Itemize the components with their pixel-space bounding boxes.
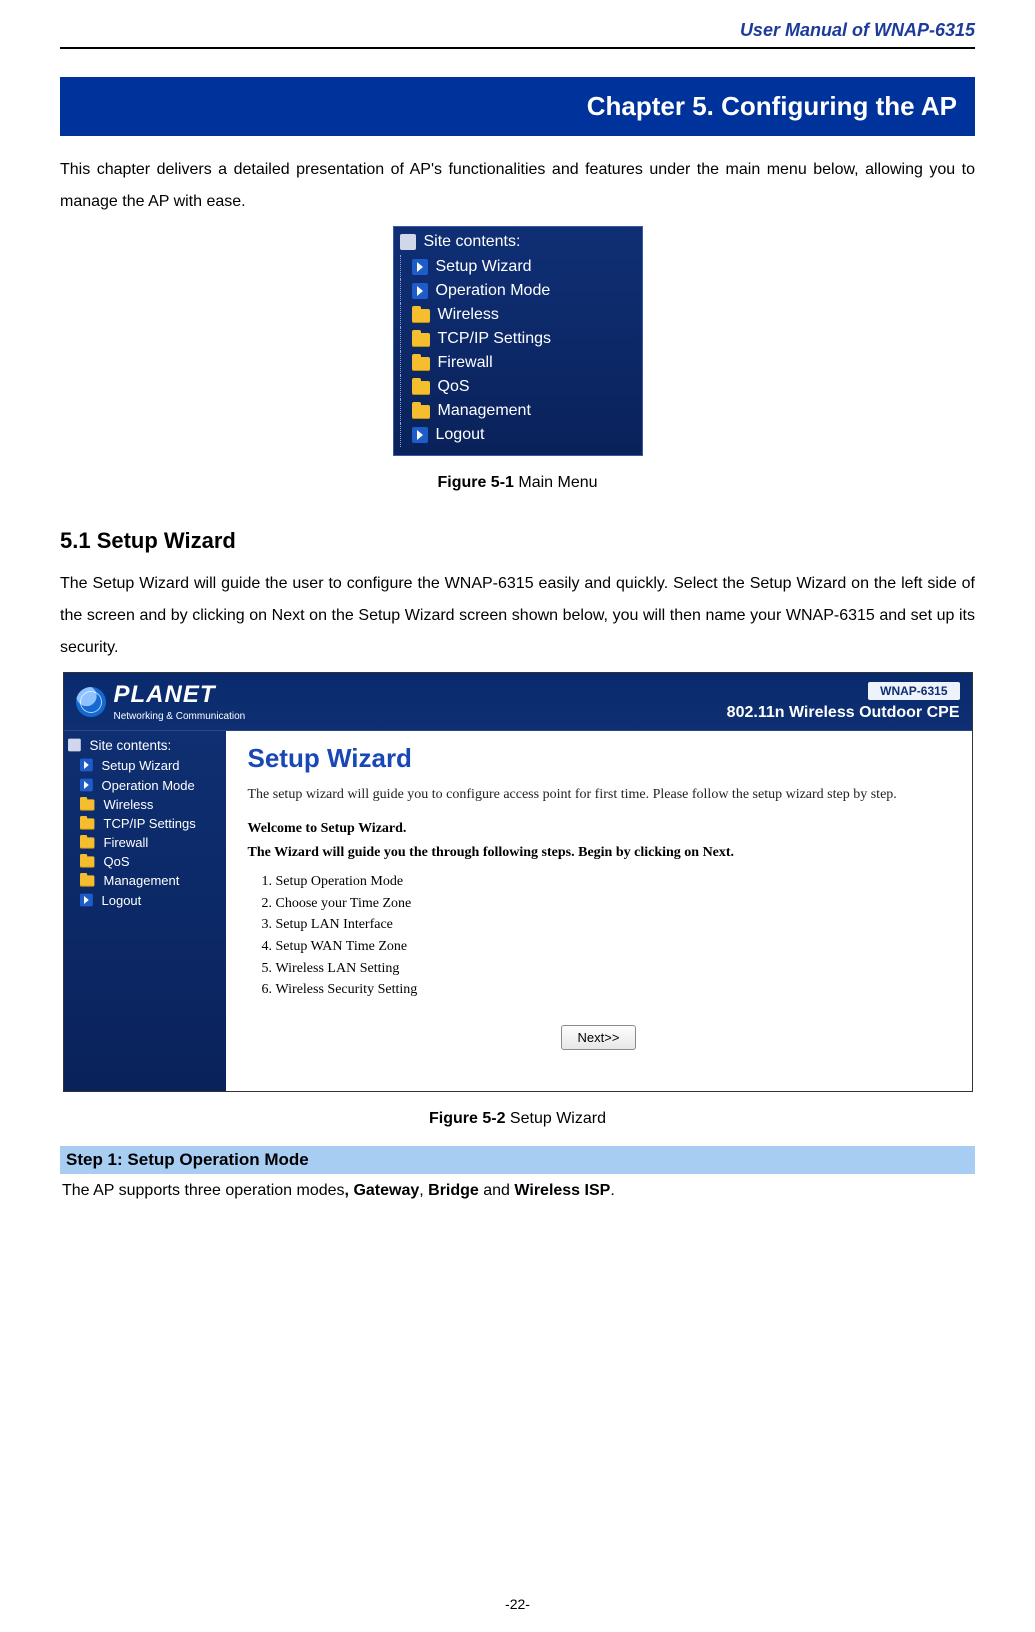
arrow-icon: [80, 759, 93, 772]
sidebar-item-label: Firewall: [104, 835, 149, 850]
mode-gateway: , Gateway: [345, 1182, 420, 1199]
wizard-heading: Setup Wizard: [248, 743, 950, 774]
menu-item-operation-mode[interactable]: Operation Mode: [412, 279, 642, 303]
menu-item-label: Management: [438, 402, 531, 420]
fig5-1-caption-num: Figure 5-1: [437, 474, 513, 491]
wizard-step: Setup LAN Interface: [276, 914, 950, 936]
menu-item-tcp-ip-settings[interactable]: TCP/IP Settings: [412, 327, 642, 351]
arrow-icon: [412, 259, 428, 275]
folder-icon: [80, 799, 94, 810]
sidebar-item-firewall[interactable]: Firewall: [64, 833, 226, 852]
wizard-welcome: Welcome to Setup Wizard.: [248, 821, 950, 837]
menu-item-label: QoS: [438, 378, 470, 396]
folder-icon: [412, 333, 430, 347]
menu-item-qos[interactable]: QoS: [412, 375, 642, 399]
brand-sub: Networking & Communication: [114, 711, 246, 722]
arrow-icon: [412, 283, 428, 299]
wizard-intro: The setup wizard will guide you to confi…: [248, 784, 950, 805]
menu-item-label: TCP/IP Settings: [438, 330, 552, 348]
menu-item-label: Wireless: [438, 306, 499, 324]
menu-item-label: Firewall: [438, 354, 493, 372]
step1-pre: The AP supports three operation modes: [62, 1182, 345, 1199]
sidebar-item-label: Wireless: [104, 797, 154, 812]
step1-bar: Step 1: Setup Operation Mode: [60, 1146, 975, 1174]
folder-icon: [80, 856, 94, 867]
menu-item-firewall[interactable]: Firewall: [412, 351, 642, 375]
wizard-topbar: PLANET Networking & Communication WNAP-6…: [64, 673, 972, 731]
wizard-sidebar: Site contents: Setup Wizard Operation Mod…: [64, 731, 226, 1091]
fig5-2-caption-text: Setup Wizard: [505, 1110, 605, 1127]
wizard-step: Setup Operation Mode: [276, 871, 950, 893]
site-contents-title: Site contents:: [424, 233, 521, 251]
root-icon: [68, 739, 81, 752]
sidebar-item-wireless[interactable]: Wireless: [64, 795, 226, 814]
sidebar-item-label: Setup Wizard: [102, 758, 180, 773]
sidebar-item-label: Management: [104, 873, 180, 888]
brand-logo: PLANET Networking & Communication: [76, 681, 246, 722]
mode-bridge: Bridge: [428, 1182, 479, 1199]
folder-icon: [80, 837, 94, 848]
chapter-title-bar: Chapter 5. Configuring the AP: [60, 77, 975, 136]
next-button[interactable]: Next>>: [561, 1025, 637, 1050]
model-badge: WNAP-6315: [868, 682, 959, 700]
fig5-1-caption-text: Main Menu: [514, 474, 598, 491]
arrow-icon: [412, 427, 428, 443]
mode-wisp: Wireless ISP: [514, 1182, 610, 1199]
arrow-icon: [80, 894, 93, 907]
section-5-1-heading: 5.1 Setup Wizard: [60, 528, 975, 554]
fig5-2-caption: Figure 5-2 Setup Wizard: [60, 1110, 975, 1128]
menu-item-label: Logout: [436, 426, 485, 444]
doc-header: User Manual of WNAP-6315: [60, 20, 975, 49]
folder-icon: [412, 381, 430, 395]
page-number: -22-: [0, 1596, 1035, 1612]
sidebar-item-logout[interactable]: Logout: [64, 890, 226, 910]
wizard-step: Wireless Security Setting: [276, 979, 950, 1001]
folder-icon: [412, 405, 430, 419]
arrow-icon: [80, 779, 93, 792]
sidebar-item-label: Operation Mode: [102, 778, 195, 793]
menu-item-label: Setup Wizard: [436, 258, 532, 276]
product-name: 802.11n Wireless Outdoor CPE: [727, 704, 960, 721]
fig5-2-screenshot: PLANET Networking & Communication WNAP-6…: [63, 672, 973, 1092]
sidebar-item-label: TCP/IP Settings: [104, 816, 196, 831]
sidebar-title: Site contents:: [90, 738, 172, 753]
folder-icon: [80, 875, 94, 886]
fig5-1-caption: Figure 5-1 Main Menu: [60, 474, 975, 492]
fig5-2-caption-num: Figure 5-2: [429, 1110, 505, 1127]
step1-comma: ,: [419, 1182, 428, 1199]
sidebar-item-setup-wizard[interactable]: Setup Wizard: [64, 755, 226, 775]
step1-text: The AP supports three operation modes, G…: [60, 1174, 975, 1200]
wizard-step: Wireless LAN Setting: [276, 958, 950, 980]
sidebar-item-label: QoS: [104, 854, 130, 869]
menu-item-management[interactable]: Management: [412, 399, 642, 423]
wizard-lead: The Wizard will guide you the through fo…: [248, 845, 950, 861]
sidebar-item-tcp-ip-settings[interactable]: TCP/IP Settings: [64, 814, 226, 833]
sidebar-item-qos[interactable]: QoS: [64, 852, 226, 871]
wizard-steps-list: Setup Operation ModeChoose your Time Zon…: [276, 871, 950, 1001]
brand-name: PLANET: [114, 681, 246, 709]
step1-and: and: [479, 1182, 515, 1199]
globe-icon: [76, 687, 106, 717]
wizard-step: Setup WAN Time Zone: [276, 936, 950, 958]
sidebar-item-management[interactable]: Management: [64, 871, 226, 890]
chapter-intro: This chapter delivers a detailed present…: [60, 154, 975, 218]
folder-icon: [412, 309, 430, 323]
fig5-1-menu: Site contents: Setup Wizard Operation Mod…: [393, 226, 643, 456]
wizard-main: Setup Wizard The setup wizard will guide…: [226, 731, 972, 1091]
menu-item-logout[interactable]: Logout: [412, 423, 642, 447]
sidebar-item-label: Logout: [102, 893, 142, 908]
root-icon: [400, 234, 416, 250]
menu-item-label: Operation Mode: [436, 282, 551, 300]
wizard-step: Choose your Time Zone: [276, 893, 950, 915]
menu-item-setup-wizard[interactable]: Setup Wizard: [412, 255, 642, 279]
folder-icon: [412, 357, 430, 371]
step1-period: .: [610, 1182, 614, 1199]
menu-item-wireless[interactable]: Wireless: [412, 303, 642, 327]
section-5-1-text: The Setup Wizard will guide the user to …: [60, 568, 975, 664]
sidebar-item-operation-mode[interactable]: Operation Mode: [64, 775, 226, 795]
folder-icon: [80, 818, 94, 829]
